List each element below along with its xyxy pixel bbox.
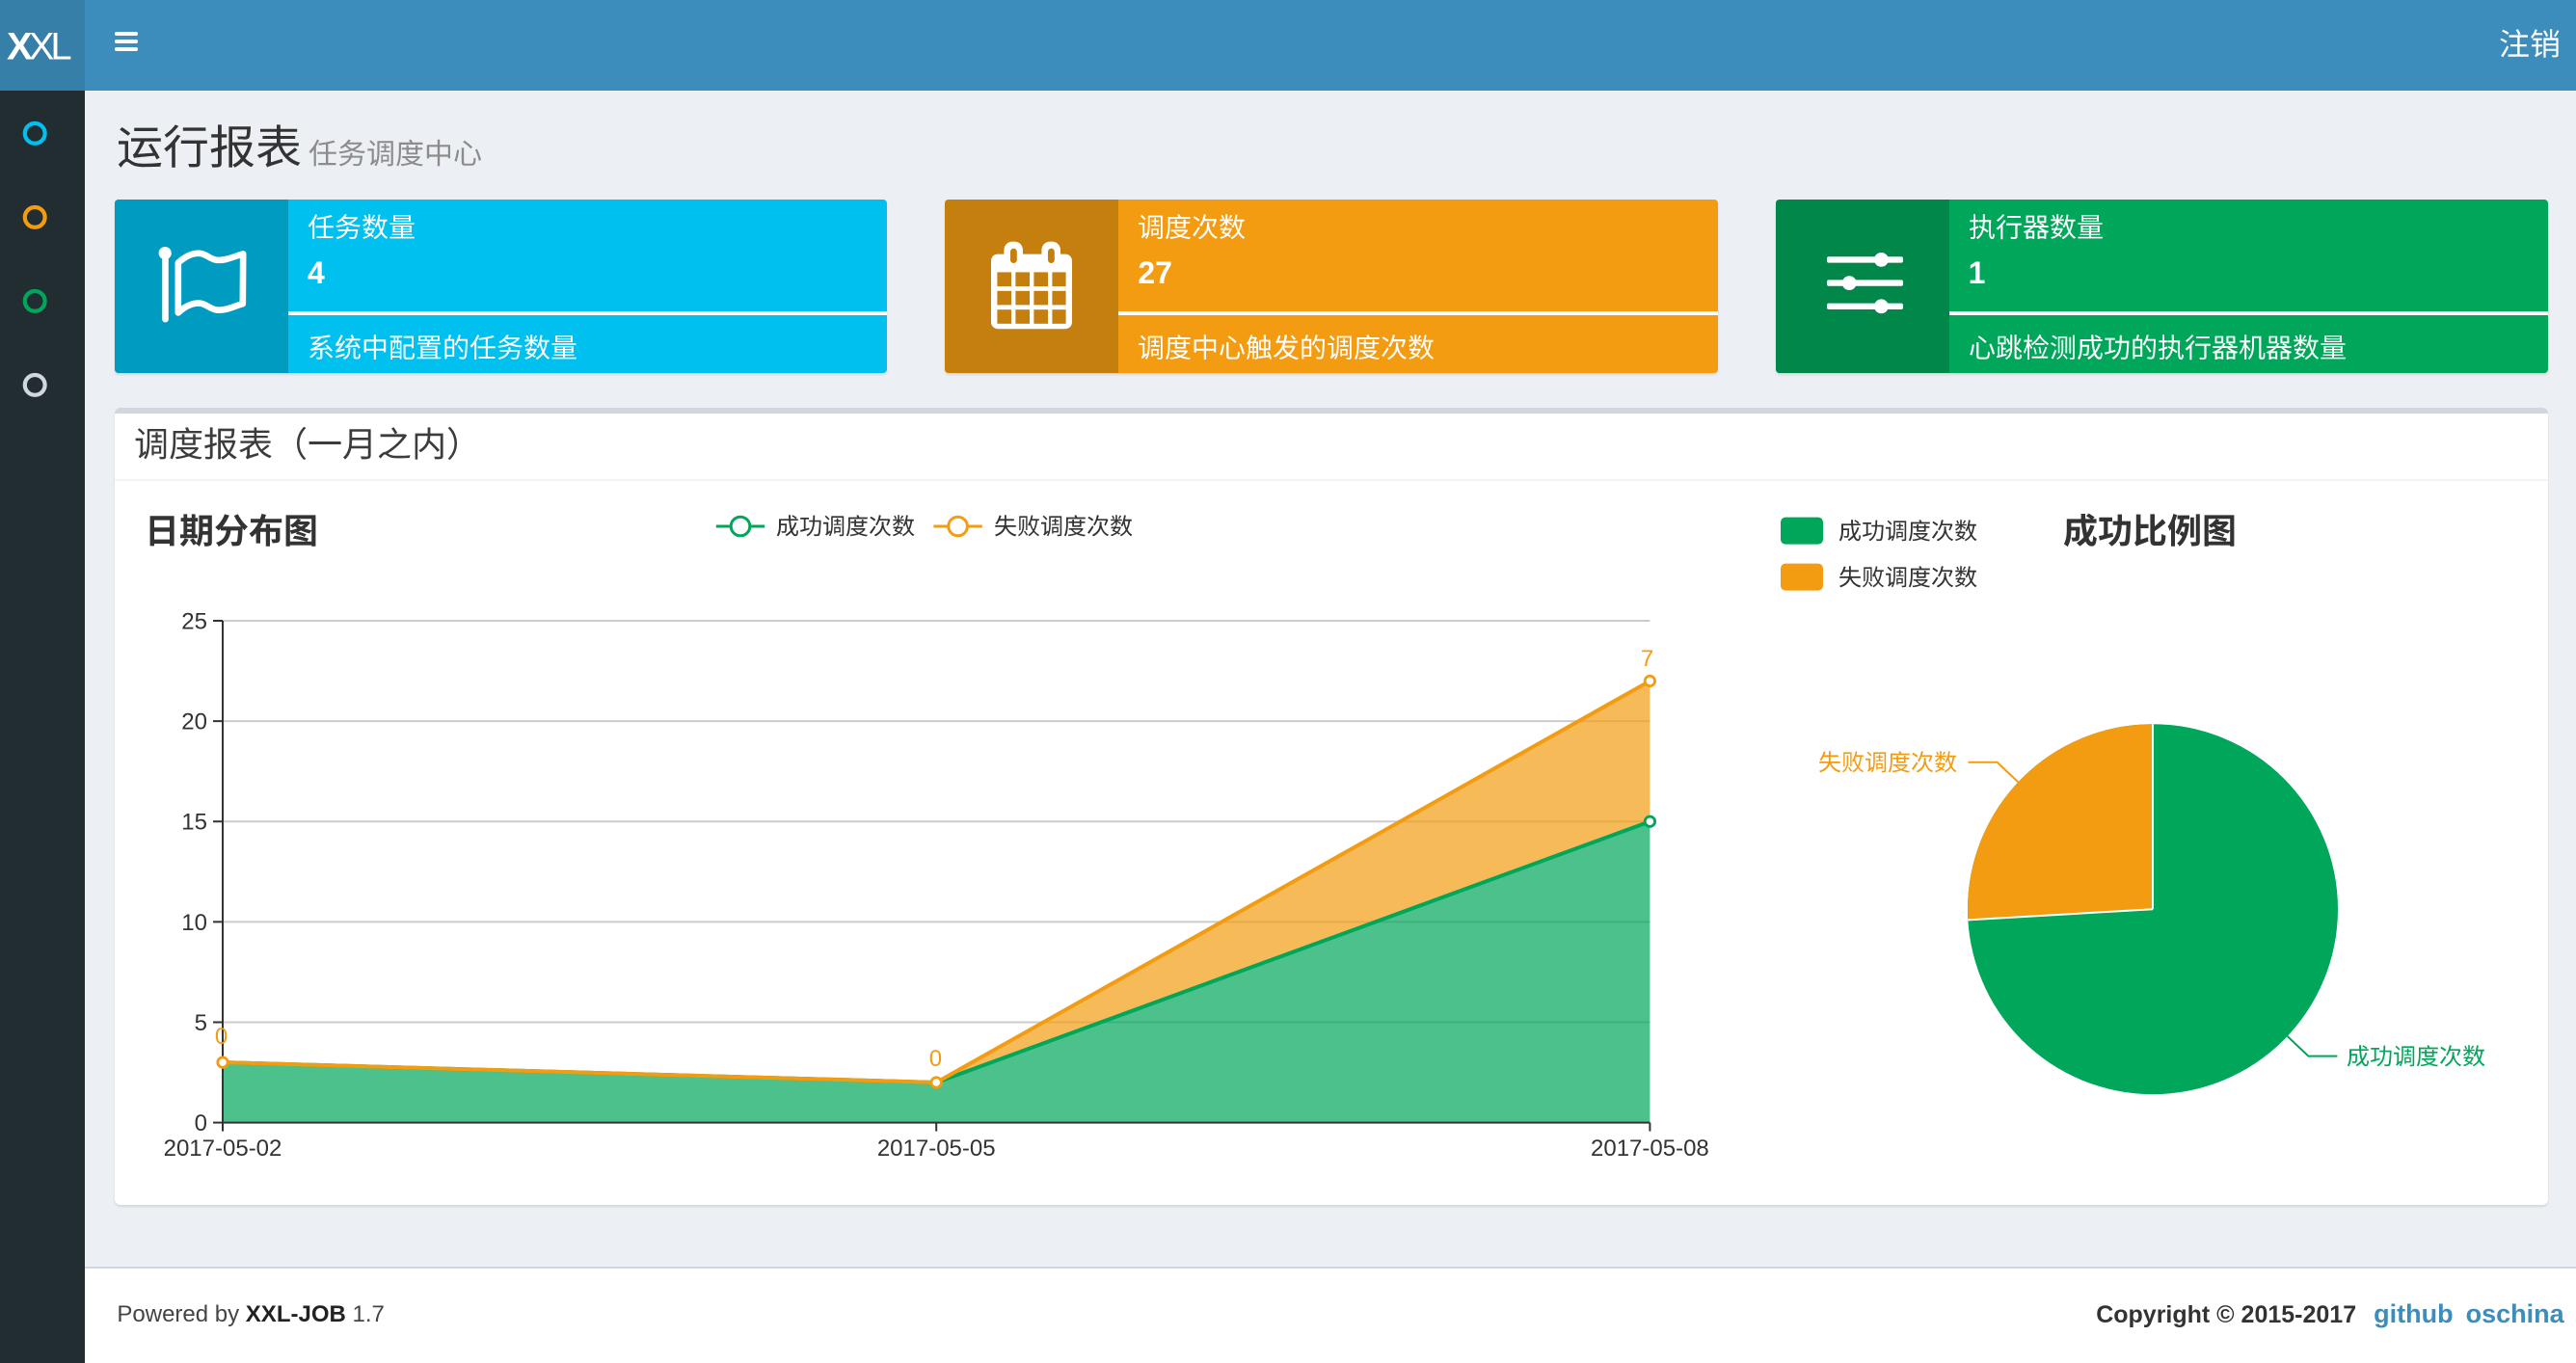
svg-text:20: 20 bbox=[181, 709, 207, 735]
svg-text:2017-05-05: 2017-05-05 bbox=[877, 1136, 996, 1162]
svg-text:7: 7 bbox=[1641, 646, 1653, 672]
svg-text:5: 5 bbox=[195, 1010, 207, 1036]
svg-text:XXL: XXL bbox=[7, 25, 70, 67]
svg-text:2017-05-08: 2017-05-08 bbox=[1591, 1136, 1709, 1162]
svg-text:10: 10 bbox=[181, 910, 207, 936]
svg-text:0: 0 bbox=[929, 1046, 942, 1072]
svg-text:2017-05-02: 2017-05-02 bbox=[164, 1136, 282, 1162]
svg-text:0: 0 bbox=[215, 1024, 228, 1050]
svg-text:0: 0 bbox=[195, 1110, 207, 1136]
svg-text:25: 25 bbox=[181, 608, 207, 634]
svg-text:15: 15 bbox=[181, 810, 207, 836]
